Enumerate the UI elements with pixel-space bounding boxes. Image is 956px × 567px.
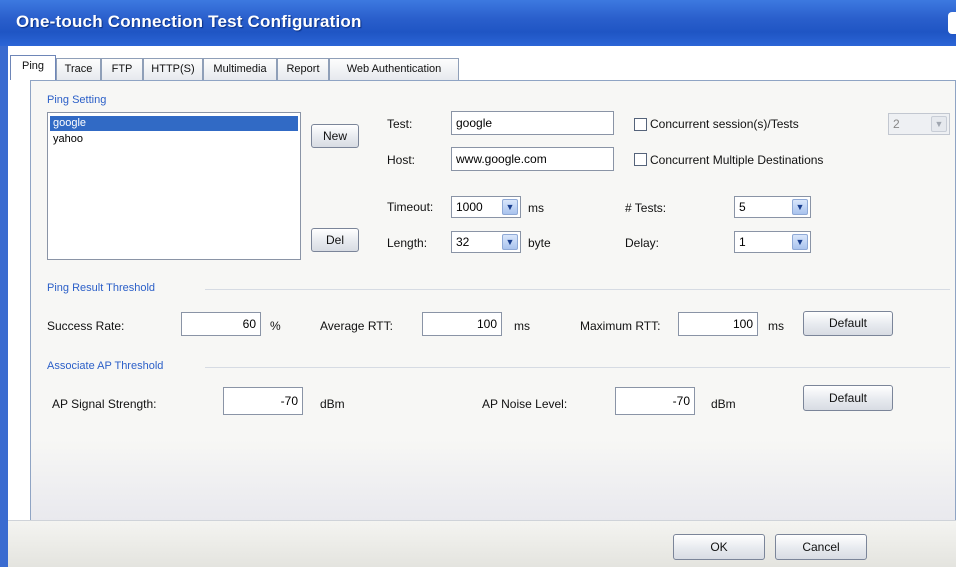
length-select[interactable]: 32 ▼ <box>451 231 521 253</box>
tab-report[interactable]: Report <box>277 58 329 80</box>
concurrent-sessions-select[interactable]: 2 ▼ <box>888 113 950 135</box>
ap-threshold-default-button[interactable]: Default <box>803 385 893 411</box>
ap-threshold-legend: Associate AP Threshold <box>47 360 164 372</box>
concurrent-sessions-value: 2 <box>893 117 900 131</box>
del-button[interactable]: Del <box>311 228 359 252</box>
delay-value: 1 <box>739 235 746 249</box>
tests-label: # Tests: <box>625 201 667 215</box>
length-label: Length: <box>387 236 428 250</box>
tests-select[interactable]: 5 ▼ <box>734 196 811 218</box>
chevron-down-icon: ▼ <box>792 234 808 250</box>
ok-button[interactable]: OK <box>673 534 765 560</box>
tab-multimedia[interactable]: Multimedia <box>203 58 277 80</box>
average-rtt-unit: ms <box>514 319 530 333</box>
list-item[interactable]: google <box>50 116 298 131</box>
maximum-rtt-field[interactable]: 100 <box>678 312 758 336</box>
delay-select[interactable]: 1 ▼ <box>734 231 811 253</box>
maximum-rtt-label: Maximum RTT: <box>580 319 661 333</box>
ap-signal-strength-unit: dBm <box>320 397 345 411</box>
tab-trace[interactable]: Trace <box>56 58 101 80</box>
ping-threshold-legend: Ping Result Threshold <box>47 282 156 294</box>
ap-noise-level-field[interactable]: -70 <box>615 387 695 415</box>
chevron-down-icon: ▼ <box>502 199 518 215</box>
host-label: Host: <box>387 153 416 167</box>
chevron-down-icon: ▼ <box>931 116 947 132</box>
success-rate-unit: % <box>270 319 281 333</box>
success-rate-field[interactable]: 60 <box>181 312 261 336</box>
window-title: One-touch Connection Test Configuration <box>16 12 362 31</box>
ping-threshold-default-button[interactable]: Default <box>803 311 893 336</box>
timeout-value: 1000 <box>456 200 483 214</box>
host-field[interactable]: www.google.com <box>451 147 614 171</box>
ap-noise-level-label: AP Noise Level: <box>482 397 568 411</box>
timeout-label: Timeout: <box>387 200 434 214</box>
title-bar[interactable]: One-touch Connection Test Configuration <box>0 0 956 46</box>
concurrent-sessions-label: Concurrent session(s)/Tests <box>650 117 799 131</box>
ap-signal-strength-field[interactable]: -70 <box>223 387 303 415</box>
maximum-rtt-unit: ms <box>768 319 784 333</box>
concurrent-sessions-checkbox[interactable] <box>634 118 647 131</box>
average-rtt-label: Average RTT: <box>320 319 393 333</box>
chevron-down-icon: ▼ <box>792 199 808 215</box>
group-divider <box>205 367 950 368</box>
tests-value: 5 <box>739 200 746 214</box>
timeout-unit: ms <box>528 201 544 215</box>
window-control[interactable] <box>948 12 956 34</box>
tab-web-authentication[interactable]: Web Authentication <box>329 58 459 80</box>
cancel-button[interactable]: Cancel <box>775 534 867 560</box>
concurrent-destinations-checkbox[interactable] <box>634 153 647 166</box>
length-unit: byte <box>528 236 551 250</box>
average-rtt-field[interactable]: 100 <box>422 312 502 336</box>
test-label: Test: <box>387 117 413 131</box>
ap-noise-level-unit: dBm <box>711 397 736 411</box>
group-divider <box>205 289 950 290</box>
list-item[interactable]: yahoo <box>50 132 298 147</box>
ping-setting-legend: Ping Setting <box>47 94 107 106</box>
delay-label: Delay: <box>625 236 660 250</box>
length-value: 32 <box>456 235 470 249</box>
concurrent-destinations-label: Concurrent Multiple Destinations <box>650 153 824 167</box>
window-border <box>0 46 8 567</box>
new-button[interactable]: New <box>311 124 359 148</box>
timeout-select[interactable]: 1000 ▼ <box>451 196 521 218</box>
test-name-field[interactable]: google <box>451 111 614 135</box>
chevron-down-icon: ▼ <box>502 234 518 250</box>
tab-ftp[interactable]: FTP <box>101 58 143 80</box>
tab-https[interactable]: HTTP(S) <box>143 58 203 80</box>
success-rate-label: Success Rate: <box>47 319 125 333</box>
tab-ping[interactable]: Ping <box>10 55 56 80</box>
ping-test-list[interactable]: google yahoo <box>47 112 301 260</box>
ap-signal-strength-label: AP Signal Strength: <box>52 397 157 411</box>
panel-background <box>31 440 955 520</box>
